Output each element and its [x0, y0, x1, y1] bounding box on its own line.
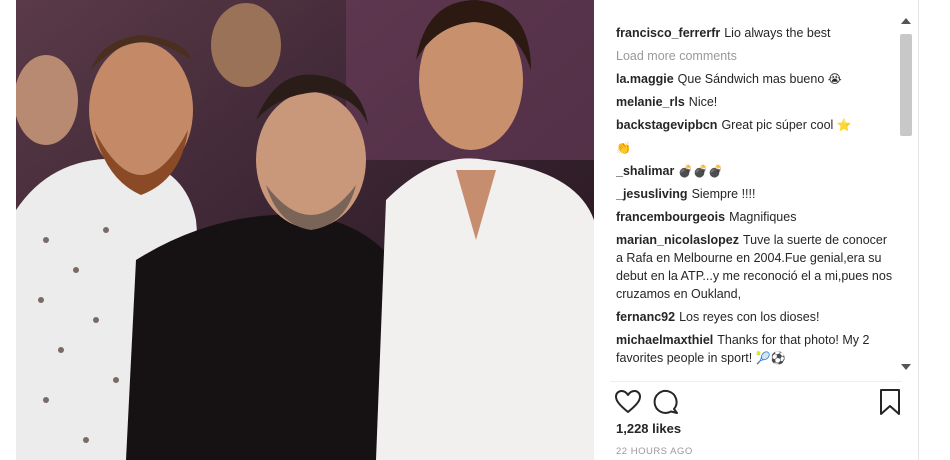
divider — [610, 381, 902, 382]
comment-text: Nice! — [688, 95, 718, 109]
comment-username[interactable]: marian_nicolaslopez — [616, 233, 739, 247]
comment-username[interactable]: francembourgeois — [616, 210, 725, 224]
comment-icon[interactable] — [652, 388, 680, 416]
clap-emoji-icon: 👏 — [616, 141, 631, 155]
caption-username[interactable]: francisco_ferrerfr — [616, 26, 720, 40]
heart-icon[interactable] — [614, 388, 642, 416]
comment-item: marian_nicolaslopez Tuve la suerte de con… — [616, 231, 894, 303]
comment-item: la.maggie Que Sándwich mas bueno 😭 — [616, 70, 894, 88]
comment-username[interactable]: michaelmaxthiel — [616, 333, 713, 347]
comment-text: Siempre !!!! — [691, 187, 756, 201]
comment-username[interactable]: la.maggie — [616, 72, 674, 86]
scroll-up-arrow-icon[interactable] — [901, 18, 911, 24]
load-more-comments-link[interactable]: Load more comments — [616, 47, 894, 65]
comment-item: francembourgeois Magnifiques — [616, 208, 894, 226]
likes-count[interactable]: 1,228 likes — [616, 421, 681, 436]
comments-panel: francisco_ferrerfr Lio always the best Lo… — [594, 0, 919, 460]
bookmark-icon[interactable] — [876, 388, 904, 416]
scrollbar-thumb[interactable] — [900, 34, 912, 136]
comment-item: fernanc92 Los reyes con los dioses! — [616, 308, 894, 326]
comment-username[interactable]: _jesusliving — [616, 187, 688, 201]
caption: francisco_ferrerfr Lio always the best — [616, 24, 894, 42]
comment-username[interactable]: melanie_rls — [616, 95, 685, 109]
comment-username[interactable]: fernanc92 — [616, 310, 675, 324]
comment-text: Los reyes con los dioses! — [679, 310, 820, 324]
scroll-down-arrow-icon[interactable] — [901, 364, 911, 370]
post-timestamp[interactable]: 22 HOURS AGO — [616, 446, 693, 457]
comment-item: _jesusliving Siempre !!!! — [616, 185, 894, 203]
instagram-post: francisco_ferrerfr Lio always the best Lo… — [0, 0, 950, 460]
comment-text: Great pic súper cool — [721, 118, 834, 132]
star-emoji-icon: ⭐ — [836, 118, 852, 132]
comment-username[interactable]: backstagevipbcn — [616, 118, 717, 132]
bomb-emoji-icon: 💣💣💣 — [678, 164, 724, 178]
comment-username[interactable]: _shalimar — [616, 164, 674, 178]
sports-emoji-icon: 🎾⚽ — [755, 351, 786, 365]
crying-emoji-icon: 😭 — [827, 72, 842, 86]
comments-scrollbar[interactable] — [899, 14, 913, 380]
comments-list[interactable]: francisco_ferrerfr Lio always the best Lo… — [616, 24, 894, 382]
comment-item: michaelmaxthiel Thanks for that photo! My… — [616, 331, 894, 367]
comment-text: Magnifiques — [729, 210, 797, 224]
post-actions — [614, 388, 906, 416]
comment-item: _shalimar 💣💣💣 — [616, 162, 894, 180]
comment-item: melanie_rls Nice! — [616, 93, 894, 111]
comment-item: backstagevipbcn Great pic súper cool ⭐ — [616, 116, 894, 134]
comment-text: Que Sándwich mas bueno — [677, 72, 825, 86]
comment-item: 👏 — [616, 139, 894, 157]
post-photo[interactable] — [16, 0, 594, 460]
caption-text: Lio always the best — [724, 26, 831, 40]
